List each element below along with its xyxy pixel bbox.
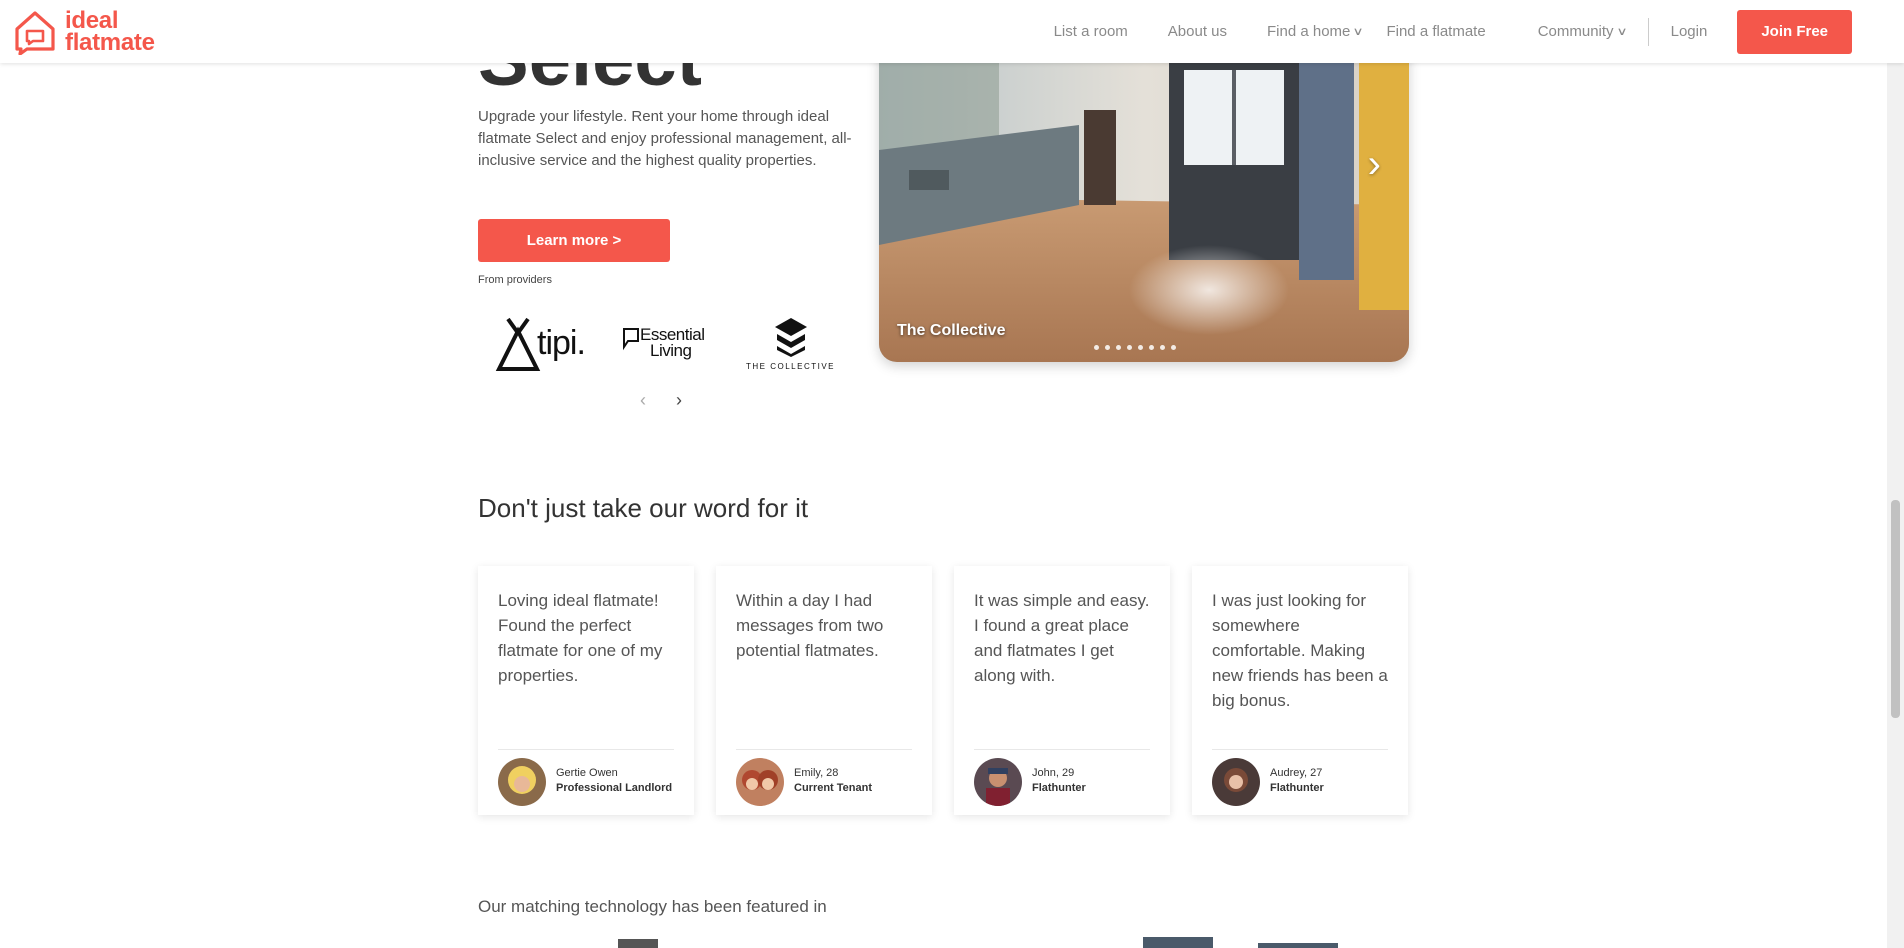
- nav-login-label: Login: [1670, 23, 1708, 40]
- provider-logo-tipi[interactable]: tipi.: [495, 308, 586, 378]
- testimonial-name: Audrey, 27: [1270, 767, 1323, 779]
- testimonial-card: I was just looking for somewhere comfort…: [1192, 566, 1408, 815]
- nav-about-us-label: About us: [1167, 23, 1228, 40]
- logo-text-flatmate: flatmate: [65, 28, 155, 56]
- avatar: [736, 758, 784, 806]
- nav-community-label: Community: [1537, 23, 1614, 40]
- card-divider: [1212, 749, 1388, 750]
- nav-divider: [1647, 17, 1649, 46]
- provider-carousel-arrows: ‹ ›: [636, 390, 696, 410]
- carousel-dot[interactable]: [1171, 345, 1176, 350]
- property-image-carousel[interactable]: The Collective ›: [879, 30, 1409, 362]
- tipi-logo-text: tipi.: [537, 323, 586, 362]
- essential-living-logo-icon: [623, 328, 639, 351]
- testimonial-name: Gertie Owen: [556, 767, 618, 779]
- card-divider: [498, 749, 674, 750]
- carousel-caption: The Collective: [897, 322, 1006, 339]
- provider-logos: tipi. Essential Living THE COLLECTIVE: [490, 308, 848, 378]
- nav-about-us[interactable]: About us: [1168, 23, 1227, 40]
- avatar: [498, 758, 546, 806]
- avatar: [1212, 758, 1260, 806]
- testimonial-role: Professional Landlord: [556, 782, 673, 794]
- top-navbar: ideal flatmate List a room About us Find…: [0, 0, 1904, 63]
- card-divider: [736, 749, 912, 750]
- testimonial-card: It was simple and easy. I found a great …: [954, 566, 1170, 815]
- nav-login[interactable]: Login: [1671, 23, 1708, 40]
- testimonial-name: John, 29: [1032, 767, 1075, 779]
- provider-logo-essential-living[interactable]: Essential Living: [620, 308, 705, 378]
- featured-logos-strip: [478, 936, 1410, 948]
- from-providers-label: From providers: [478, 274, 552, 286]
- nav-list-a-room-label: List a room: [1053, 23, 1128, 40]
- testimonials-heading: Don't just take our word for it: [478, 493, 809, 523]
- carousel-dot[interactable]: [1160, 345, 1165, 350]
- nav-list-a-room[interactable]: List a room: [1054, 23, 1128, 40]
- testimonial-role: Flathunter: [1270, 782, 1324, 794]
- provider-next-arrow[interactable]: ›: [676, 390, 682, 411]
- hero-description: Upgrade your lifestyle. Rent your home t…: [478, 108, 852, 169]
- nav-find-a-home[interactable]: Find a home ∨: [1267, 23, 1365, 40]
- card-divider: [974, 749, 1150, 750]
- testimonial-quote: It was simple and easy. I found a great …: [974, 591, 1150, 685]
- carousel-dot[interactable]: [1094, 345, 1099, 350]
- carousel-dot[interactable]: [1105, 345, 1110, 350]
- provider-logo-the-collective[interactable]: THE COLLECTIVE: [746, 308, 835, 378]
- testimonial-name: Emily, 28: [794, 767, 839, 779]
- testimonial-role: Current Tenant: [794, 782, 873, 794]
- carousel-dot[interactable]: [1149, 345, 1154, 350]
- house-chat-icon: [15, 10, 55, 55]
- the-collective-logo-text: THE COLLECTIVE: [746, 361, 836, 371]
- tipi-logo-icon: [495, 317, 541, 371]
- the-collective-logo-icon: [774, 317, 807, 357]
- press-logos-image: [618, 937, 1338, 948]
- nav-find-a-home-label: Find a home: [1267, 23, 1351, 40]
- learn-more-button[interactable]: Learn more >: [478, 219, 670, 262]
- essential-living-logo-line2: Living: [650, 341, 692, 360]
- testimonial-cards: Loving ideal flatmate! Found the perfect…: [478, 566, 1410, 816]
- chevron-down-icon: ∨: [1615, 26, 1628, 38]
- testimonial-quote: Loving ideal flatmate! Found the perfect…: [498, 591, 663, 685]
- featured-in-heading: Our matching technology has been feature…: [478, 897, 827, 916]
- nav-community[interactable]: Community ∨: [1537, 23, 1628, 40]
- testimonial-role: Flathunter: [1032, 782, 1086, 794]
- scrollbar-thumb[interactable]: [1891, 500, 1900, 718]
- nav-find-a-flatmate-label: Find a flatmate: [1386, 23, 1486, 40]
- nav-find-a-flatmate[interactable]: Find a flatmate: [1386, 23, 1485, 40]
- testimonial-quote: I was just looking for somewhere comfort…: [1212, 591, 1388, 710]
- avatar: [974, 758, 1022, 806]
- testimonial-card: Loving ideal flatmate! Found the perfect…: [478, 566, 694, 815]
- carousel-dot[interactable]: [1127, 345, 1132, 350]
- page-scrollbar[interactable]: [1887, 0, 1904, 948]
- carousel-next-arrow[interactable]: ›: [1368, 142, 1381, 187]
- testimonial-card: Within a day I had messages from two pot…: [716, 566, 932, 815]
- carousel-dot[interactable]: [1116, 345, 1121, 350]
- carousel-pagination-dots: [1094, 345, 1176, 350]
- testimonial-quote: Within a day I had messages from two pot…: [736, 591, 884, 660]
- chevron-down-icon: ∨: [1352, 26, 1365, 38]
- room-photo: [879, 30, 1409, 362]
- join-free-button[interactable]: Join Free: [1737, 9, 1852, 54]
- nav-menu: List a room About us Find a home ∨ Find a…: [1034, 0, 1904, 63]
- ideal-flatmate-logo[interactable]: ideal flatmate: [13, 8, 155, 56]
- provider-prev-arrow[interactable]: ‹: [640, 390, 646, 411]
- carousel-dot[interactable]: [1138, 345, 1143, 350]
